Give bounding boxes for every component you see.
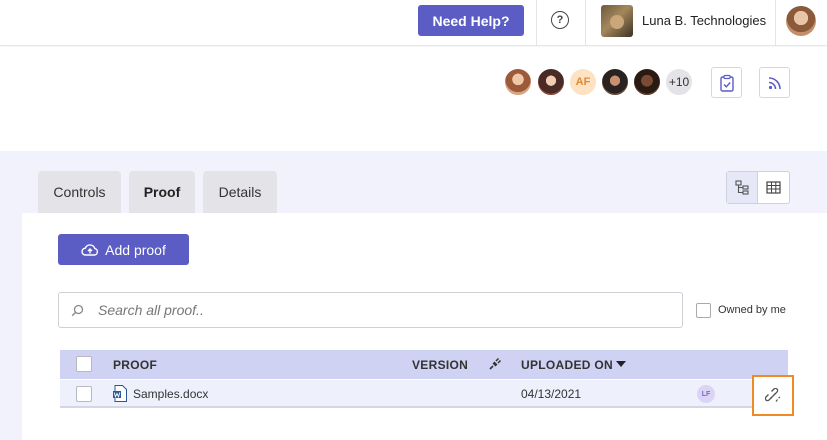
file-name[interactable]: Samples.docx [133,387,208,401]
clipboard-check-button[interactable] [711,67,742,98]
unlink-button[interactable] [752,375,794,416]
divider [775,0,776,46]
rss-feed-button[interactable] [759,67,790,98]
collaborator-avatar[interactable] [503,67,533,97]
subheader [0,47,827,151]
column-header-uploaded-on[interactable]: UPLOADED ON [521,358,613,372]
table-grid-icon [766,181,781,194]
cloud-upload-icon [81,243,99,256]
add-proof-label: Add proof [105,241,166,258]
tree-view-icon [734,180,749,195]
row-checkbox[interactable] [76,386,92,402]
need-help-button[interactable]: Need Help? [418,5,524,36]
owned-by-me-label[interactable]: Owned by me [718,304,786,316]
owner-avatar-initials[interactable]: LF [697,385,715,403]
tab-proof[interactable]: Proof [129,171,195,213]
select-all-checkbox[interactable] [76,356,92,372]
search-input[interactable] [98,302,658,318]
tab-controls[interactable]: Controls [38,171,121,213]
word-document-icon [113,385,127,402]
rss-icon [768,76,781,89]
more-collaborators-count[interactable]: +10 [664,67,694,97]
divider [536,0,537,46]
divider [585,0,586,46]
sort-desc-icon[interactable] [616,361,626,368]
owned-by-me-checkbox[interactable] [696,303,711,318]
help-circle-icon[interactable]: ? [551,11,569,29]
search-box [58,292,683,328]
collaborator-avatar-initials[interactable]: AF [568,67,598,97]
collaborator-avatar[interactable] [536,67,566,97]
table-view-button[interactable] [758,172,789,203]
column-header-version[interactable]: VERSION [412,358,468,372]
org-avatar[interactable] [601,5,633,37]
org-name[interactable]: Luna B. Technologies [642,13,766,28]
plug-icon [489,357,502,370]
upload-date: 04/13/2021 [521,387,582,401]
broken-link-icon [765,387,781,402]
view-toggle [726,171,790,204]
tab-details[interactable]: Details [203,171,277,213]
tree-view-button[interactable] [727,172,758,203]
user-avatar[interactable] [786,6,816,36]
collaborator-avatar[interactable] [600,67,630,97]
search-icon [71,304,84,316]
collaborator-avatar[interactable] [632,67,662,97]
column-header-proof[interactable]: PROOF [113,358,157,372]
add-proof-button[interactable]: Add proof [58,234,189,265]
clipboard-check-icon [719,74,734,92]
